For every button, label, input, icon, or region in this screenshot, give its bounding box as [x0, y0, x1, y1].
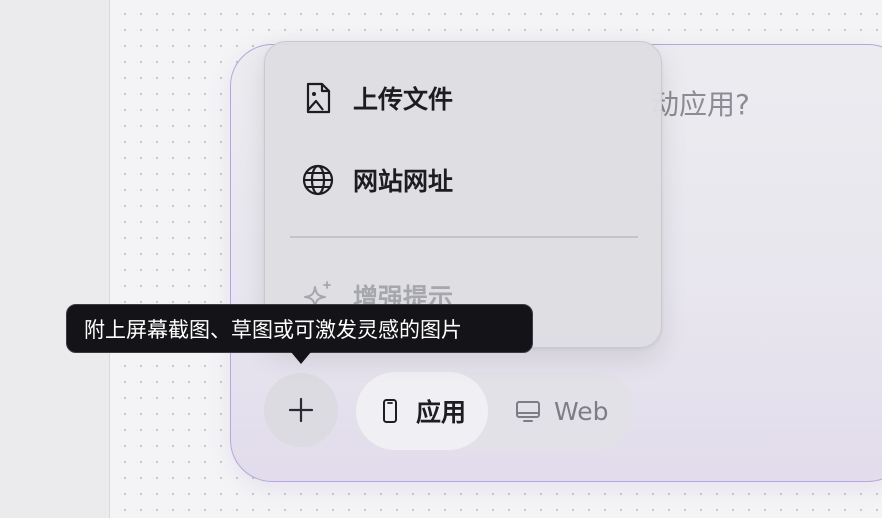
prompt-placeholder: 动应用? — [651, 88, 750, 121]
image-file-icon — [306, 82, 331, 114]
menu-item-upload-file[interactable]: 上传文件 — [265, 66, 661, 130]
app-root: 动应用? 应用 Web 上传文件 网站网址 增强提示 附上屏幕截图、草图或可激发… — [0, 0, 882, 518]
mode-option-web[interactable]: Web — [510, 372, 632, 450]
plus-icon — [288, 397, 314, 423]
menu-item-label: 上传文件 — [353, 85, 454, 114]
left-sidebar — [0, 0, 110, 518]
platform-mode-toggle: 应用 Web — [354, 372, 634, 450]
attachment-tooltip: 附上屏幕截图、草图或可激发灵感的图片 — [66, 304, 533, 353]
attachment-dropdown-menu: 上传文件 网站网址 增强提示 — [264, 41, 662, 348]
tooltip-arrow — [291, 352, 311, 364]
menu-divider — [290, 236, 638, 238]
add-attachment-button[interactable] — [264, 373, 338, 447]
mode-option-app[interactable]: 应用 — [356, 372, 488, 450]
mobile-phone-icon — [383, 399, 397, 423]
globe-icon — [302, 164, 334, 196]
mode-option-label: Web — [554, 396, 609, 426]
desktop-monitor-icon — [516, 401, 540, 422]
tooltip-text: 附上屏幕截图、草图或可激发灵感的图片 — [84, 317, 462, 342]
menu-item-website-url[interactable]: 网站网址 — [265, 148, 661, 212]
menu-item-label: 网站网址 — [353, 167, 454, 196]
mode-option-label: 应用 — [416, 398, 467, 427]
